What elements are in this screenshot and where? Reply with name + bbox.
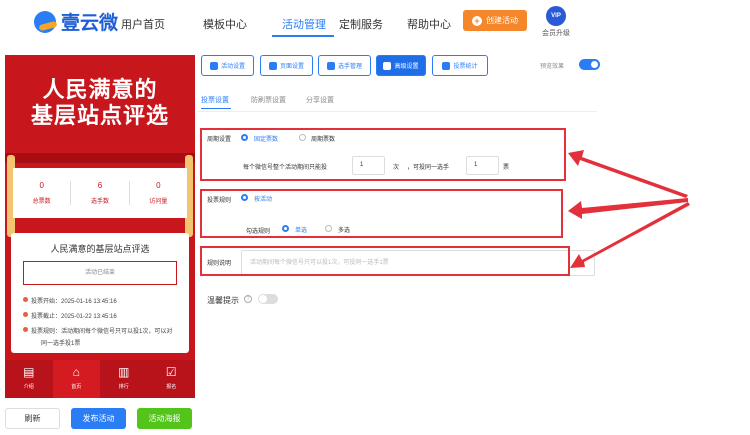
hero-line-1: 人民满意的	[42, 77, 158, 103]
tab-signup[interactable]: ☑ 报名	[148, 360, 196, 398]
vip-badge-icon: VIP	[546, 6, 566, 26]
nav-item-activity[interactable]: 活动管理	[282, 16, 326, 32]
stats-card: 0 总票数 6 选手数 0 访问量	[13, 168, 187, 218]
nav-active-indicator	[272, 35, 334, 37]
toolbar-label: 页面设置	[279, 64, 304, 70]
vip-upgrade[interactable]: VIP 会员升级	[540, 6, 572, 38]
stat-label: 选手数	[90, 199, 109, 205]
tab-activity-settings[interactable]: 活动设置	[201, 55, 254, 76]
stat-value: 6	[97, 181, 103, 190]
hero-line-2: 基层站点评选	[30, 103, 169, 129]
subtab-vote-settings[interactable]: 投票设置	[201, 95, 229, 105]
home-icon: ⌂	[72, 365, 80, 379]
bullet-icon	[23, 312, 28, 317]
activity-info-card: 人民满意的基层站点评选 活动已结束 投票开始：2025-01-16 13:45:…	[11, 233, 189, 353]
status-badge: 活动已结束	[23, 261, 177, 285]
users-icon	[326, 61, 335, 70]
nav-item-help[interactable]: 帮助中心	[407, 16, 451, 32]
tab-ranking[interactable]: ▥ 排行	[100, 360, 148, 398]
publish-button[interactable]: 发布活动	[71, 408, 126, 429]
tab-home[interactable]: ⌂ 首页	[52, 360, 100, 398]
help-icon[interactable]: ?	[244, 295, 252, 303]
nav-item-templates[interactable]: 模板中心	[203, 16, 247, 32]
create-activity-button[interactable]: + 创建活动	[463, 10, 527, 31]
subtab-anti-fraud[interactable]: 防刷票设置	[251, 95, 286, 105]
top-nav: 壹云微 用户首页 模板中心 活动管理 定制服务 帮助中心 + 创建活动 VIP …	[0, 0, 750, 44]
app-logo[interactable]: 壹云微	[34, 8, 118, 35]
preview-tabbar: ▤ 介绍 ⌂ 首页 ▥ 排行 ☑ 报名	[5, 360, 195, 398]
stat-visits: 0 访问量	[130, 181, 187, 205]
tab-label: 介绍	[23, 384, 34, 390]
tab-page-settings[interactable]: 页面设置	[260, 55, 313, 76]
toolbar-label: 投票统计	[453, 64, 478, 70]
stat-label: 访问量	[149, 199, 168, 205]
toolbar-label: 高级设置	[394, 64, 419, 70]
info-row-rule-cont: 同一选手投1票	[41, 338, 80, 347]
divider	[197, 111, 597, 112]
toolbar-label: 活动设置	[220, 64, 245, 70]
bullet-icon	[23, 297, 28, 302]
preview-toggle[interactable]	[579, 59, 600, 70]
logo-text: 壹云微	[61, 13, 119, 34]
tab-vote-stats[interactable]: 投票统计	[432, 55, 488, 76]
plus-icon: +	[472, 15, 482, 26]
reminder-label: 温馨提示	[207, 296, 239, 305]
annotation-arrows	[568, 150, 690, 268]
document-icon: ▤	[23, 365, 35, 379]
settings-icon	[209, 61, 218, 70]
hero-band	[5, 153, 195, 163]
reminder-toggle[interactable]	[258, 294, 278, 304]
stat-label: 总票数	[32, 199, 51, 205]
info-text: 同一选手投1票	[41, 341, 81, 347]
info-text: 投票规则：活动期间每个微信号只可以投1次，可以对	[31, 329, 173, 335]
chart-icon: ▥	[118, 365, 130, 379]
stat-contestants: 6 选手数	[71, 181, 130, 205]
nav-item-custom[interactable]: 定制服务	[339, 16, 383, 32]
info-text: 投票截止：2025-01-22 13:45:16	[31, 314, 117, 320]
tab-intro[interactable]: ▤ 介绍	[5, 360, 53, 398]
stat-total-votes: 0 总票数	[13, 181, 72, 205]
highlight-box-cycle	[200, 128, 566, 181]
nav-item-home[interactable]: 用户首页	[121, 16, 165, 32]
arrow-to-cycle	[568, 150, 688, 198]
highlight-box-rule-desc	[200, 246, 570, 276]
tab-label: 首页	[71, 384, 82, 390]
poster-button[interactable]: 活动海报	[137, 408, 192, 429]
preview-toggle-label: 预览效果	[540, 64, 565, 70]
stat-value: 0	[156, 181, 161, 190]
gear-icon	[268, 61, 277, 70]
sliders-icon	[383, 61, 392, 70]
tab-label: 排行	[118, 384, 129, 390]
clipboard-icon: ☑	[165, 365, 177, 379]
activity-title: 人民满意的基层站点评选	[50, 244, 150, 254]
toolbar-label: 选手管理	[337, 64, 362, 70]
subtab-indicator	[201, 108, 231, 109]
tab-advanced-settings[interactable]: 高级设置	[376, 55, 426, 76]
create-activity-label: 创建活动	[486, 16, 518, 25]
mobile-preview: 人民满意的 基层站点评选 0 总票数 6 选手数 0 访问量 人民满意的基层站点…	[5, 55, 195, 398]
tab-label: 报名	[166, 384, 177, 390]
info-row-start: 投票开始：2025-01-16 13:45:16	[23, 296, 117, 305]
logo-icon	[34, 10, 56, 33]
vip-label: 会员升级	[542, 30, 570, 37]
info-row-end: 投票截止：2025-01-22 13:45:16	[23, 311, 117, 320]
highlight-box-voting-rule	[200, 189, 563, 238]
info-text: 投票开始：2025-01-16 13:45:16	[31, 299, 117, 305]
bullet-icon	[23, 327, 28, 332]
refresh-button[interactable]: 刷新	[5, 408, 60, 429]
bar-chart-icon	[442, 61, 451, 70]
info-row-rule: 投票规则：活动期间每个微信号只可以投1次，可以对	[23, 326, 172, 335]
subtab-share[interactable]: 分享设置	[306, 95, 334, 105]
stat-value: 0	[39, 181, 44, 190]
hero-title: 人民满意的 基层站点评选	[5, 77, 195, 129]
tab-contestant-manage[interactable]: 选手管理	[318, 55, 371, 76]
arrow-to-voting-rule	[568, 198, 688, 219]
